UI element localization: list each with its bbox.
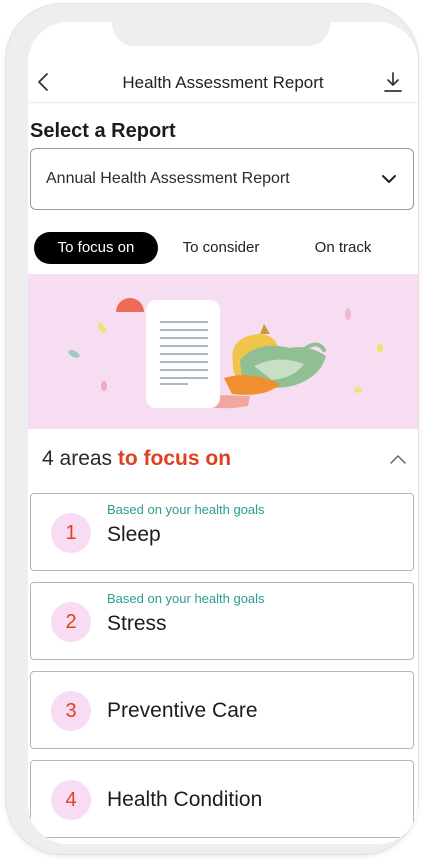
area-title: Sleep <box>107 523 161 546</box>
select-report-label: Select a Report <box>30 120 176 142</box>
area-number-badge: 1 <box>51 513 91 553</box>
area-note: Based on your health goals <box>107 591 265 606</box>
tab-to-focus-on[interactable]: To focus on <box>34 232 158 264</box>
report-select-dropdown[interactable]: Annual Health Assessment Report <box>30 148 414 210</box>
area-title: Health Condition <box>107 788 263 811</box>
chevron-up-icon[interactable] <box>388 452 408 466</box>
area-title: Stress <box>107 612 167 635</box>
phone-frame: Health Assessment Report Select a Report… <box>6 4 418 854</box>
areas-count: 4 <box>42 447 54 470</box>
chevron-down-icon <box>382 175 396 183</box>
areas-text: areas <box>59 447 113 470</box>
focus-area-card-stress[interactable]: 2 Based on your health goals Stress <box>30 582 414 660</box>
download-icon[interactable] <box>382 70 404 94</box>
focus-area-card-preventive-care[interactable]: 3 Preventive Care <box>30 671 414 749</box>
report-banner <box>28 274 418 429</box>
focus-area-card-health-condition[interactable]: 4 Health Condition <box>30 760 414 838</box>
tab-to-consider[interactable]: To consider <box>166 232 276 264</box>
area-number-badge: 2 <box>51 602 91 642</box>
focus-area-card-sleep[interactable]: 1 Based on your health goals Sleep <box>30 493 414 571</box>
area-number-badge: 4 <box>51 780 91 820</box>
device-notch <box>112 22 330 46</box>
area-note: Based on your health goals <box>107 502 265 517</box>
report-illustration <box>68 298 383 409</box>
app-screen: Health Assessment Report Select a Report… <box>28 22 418 844</box>
report-select-value: Annual Health Assessment Report <box>46 170 290 187</box>
area-title: Preventive Care <box>107 699 258 722</box>
top-bar: Health Assessment Report <box>28 62 418 103</box>
area-number-badge: 3 <box>51 691 91 731</box>
areas-accent-text: to focus on <box>117 447 232 470</box>
areas-heading: 4 areas to focus on <box>42 447 231 471</box>
tab-on-track[interactable]: On track <box>292 232 394 264</box>
page-title: Health Assessment Report <box>122 73 324 92</box>
